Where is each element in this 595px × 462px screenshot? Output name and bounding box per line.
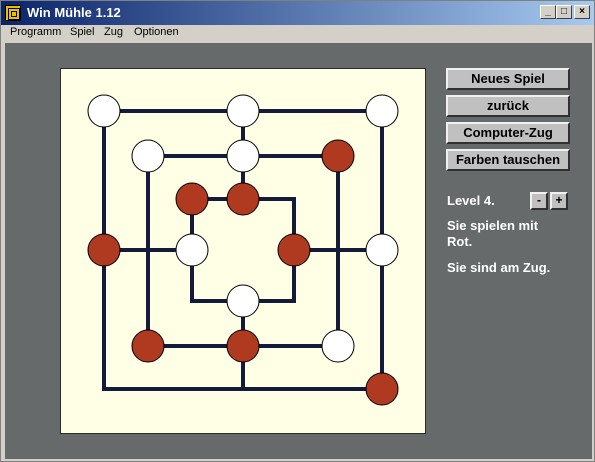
menu-optionen[interactable]: Optionen [134, 26, 179, 38]
menu-bar: Programm Spiel Zug Optionen [1, 25, 594, 42]
app-window: Win Mühle 1.12 _ □ × Programm Spiel Zug … [0, 0, 595, 462]
player-color-line1: Sie spielen mit [447, 218, 539, 233]
red-piece-c5[interactable] [175, 182, 209, 216]
white-piece-g7[interactable] [365, 94, 399, 128]
white-piece-a7[interactable] [87, 94, 121, 128]
new-game-button[interactable]: Neues Spiel [446, 68, 570, 90]
swap-colors-button[interactable]: Farben tauschen [446, 149, 570, 171]
red-piece-g1[interactable] [365, 372, 399, 406]
window-title: Win Mühle 1.12 [27, 5, 121, 20]
red-piece-e4[interactable] [277, 233, 311, 267]
player-color-text: Sie spielen mit Rot. [447, 218, 538, 250]
white-piece-b6[interactable] [131, 139, 165, 173]
menu-zug[interactable]: Zug [104, 26, 123, 38]
title-bar[interactable]: Win Mühle 1.12 _ □ × [1, 1, 594, 25]
red-piece-d2[interactable] [226, 329, 260, 363]
client-area: Neues Spiel zurück Computer-Zug Farben t… [5, 43, 592, 459]
close-button[interactable]: × [574, 5, 590, 19]
computer-move-button[interactable]: Computer-Zug [446, 122, 570, 144]
red-piece-a4[interactable] [87, 233, 121, 267]
menu-programm[interactable]: Programm [10, 26, 61, 38]
white-piece-d6[interactable] [226, 139, 260, 173]
white-piece-f2[interactable] [321, 329, 355, 363]
white-piece-g4[interactable] [365, 233, 399, 267]
level-increase-button[interactable]: + [550, 192, 568, 210]
game-board [60, 68, 426, 434]
menu-spiel[interactable]: Spiel [70, 26, 94, 38]
level-decrease-button[interactable]: - [530, 192, 548, 210]
player-color-line2: Rot. [447, 234, 473, 249]
red-piece-d5[interactable] [226, 182, 260, 216]
red-piece-b2[interactable] [131, 329, 165, 363]
level-label: Level 4. [447, 193, 495, 208]
turn-status: Sie sind am Zug. [447, 260, 551, 275]
app-icon[interactable] [5, 5, 21, 21]
white-piece-c4[interactable] [175, 233, 209, 267]
white-piece-d7[interactable] [226, 94, 260, 128]
undo-button[interactable]: zurück [446, 95, 570, 117]
maximize-button[interactable]: □ [556, 5, 572, 19]
minimize-button[interactable]: _ [540, 5, 556, 19]
red-piece-f6[interactable] [321, 139, 355, 173]
white-piece-d3[interactable] [226, 284, 260, 318]
board-graphic [87, 94, 399, 406]
